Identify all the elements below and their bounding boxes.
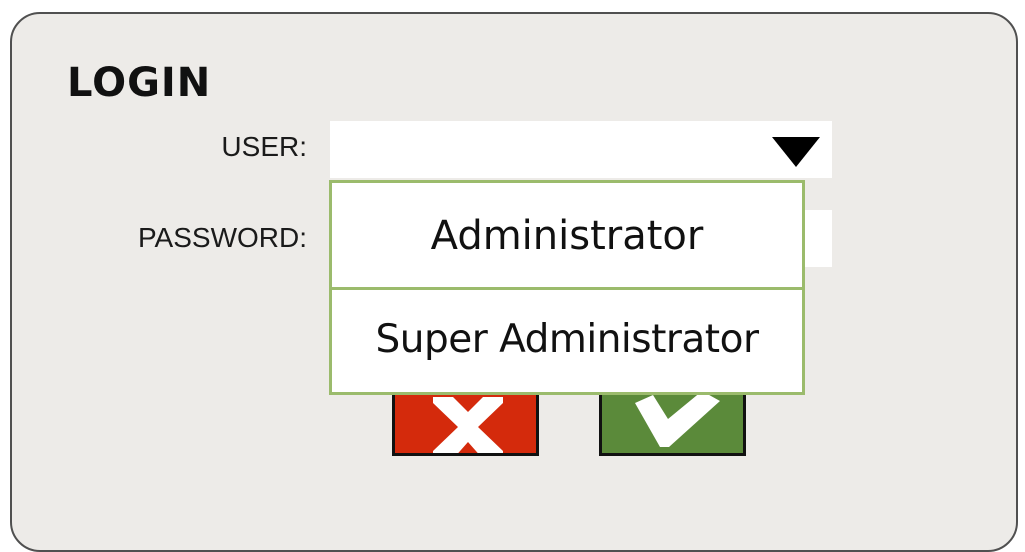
user-label: USER:	[221, 131, 307, 162]
ok-button[interactable]	[599, 386, 746, 456]
password-label: PASSWORD:	[137, 222, 307, 253]
triangle-down-icon[interactable]	[772, 137, 820, 167]
cancel-button[interactable]	[392, 386, 539, 456]
checkmark-icon	[635, 391, 720, 447]
x-icon	[433, 397, 503, 453]
user-dropdown-list: Administrator Super Administrator	[329, 180, 805, 395]
dropdown-option-super-administrator[interactable]: Super Administrator	[332, 290, 802, 392]
dropdown-option-administrator[interactable]: Administrator	[332, 183, 802, 290]
login-title: LOGIN	[67, 60, 212, 106]
user-select[interactable]	[330, 121, 832, 178]
